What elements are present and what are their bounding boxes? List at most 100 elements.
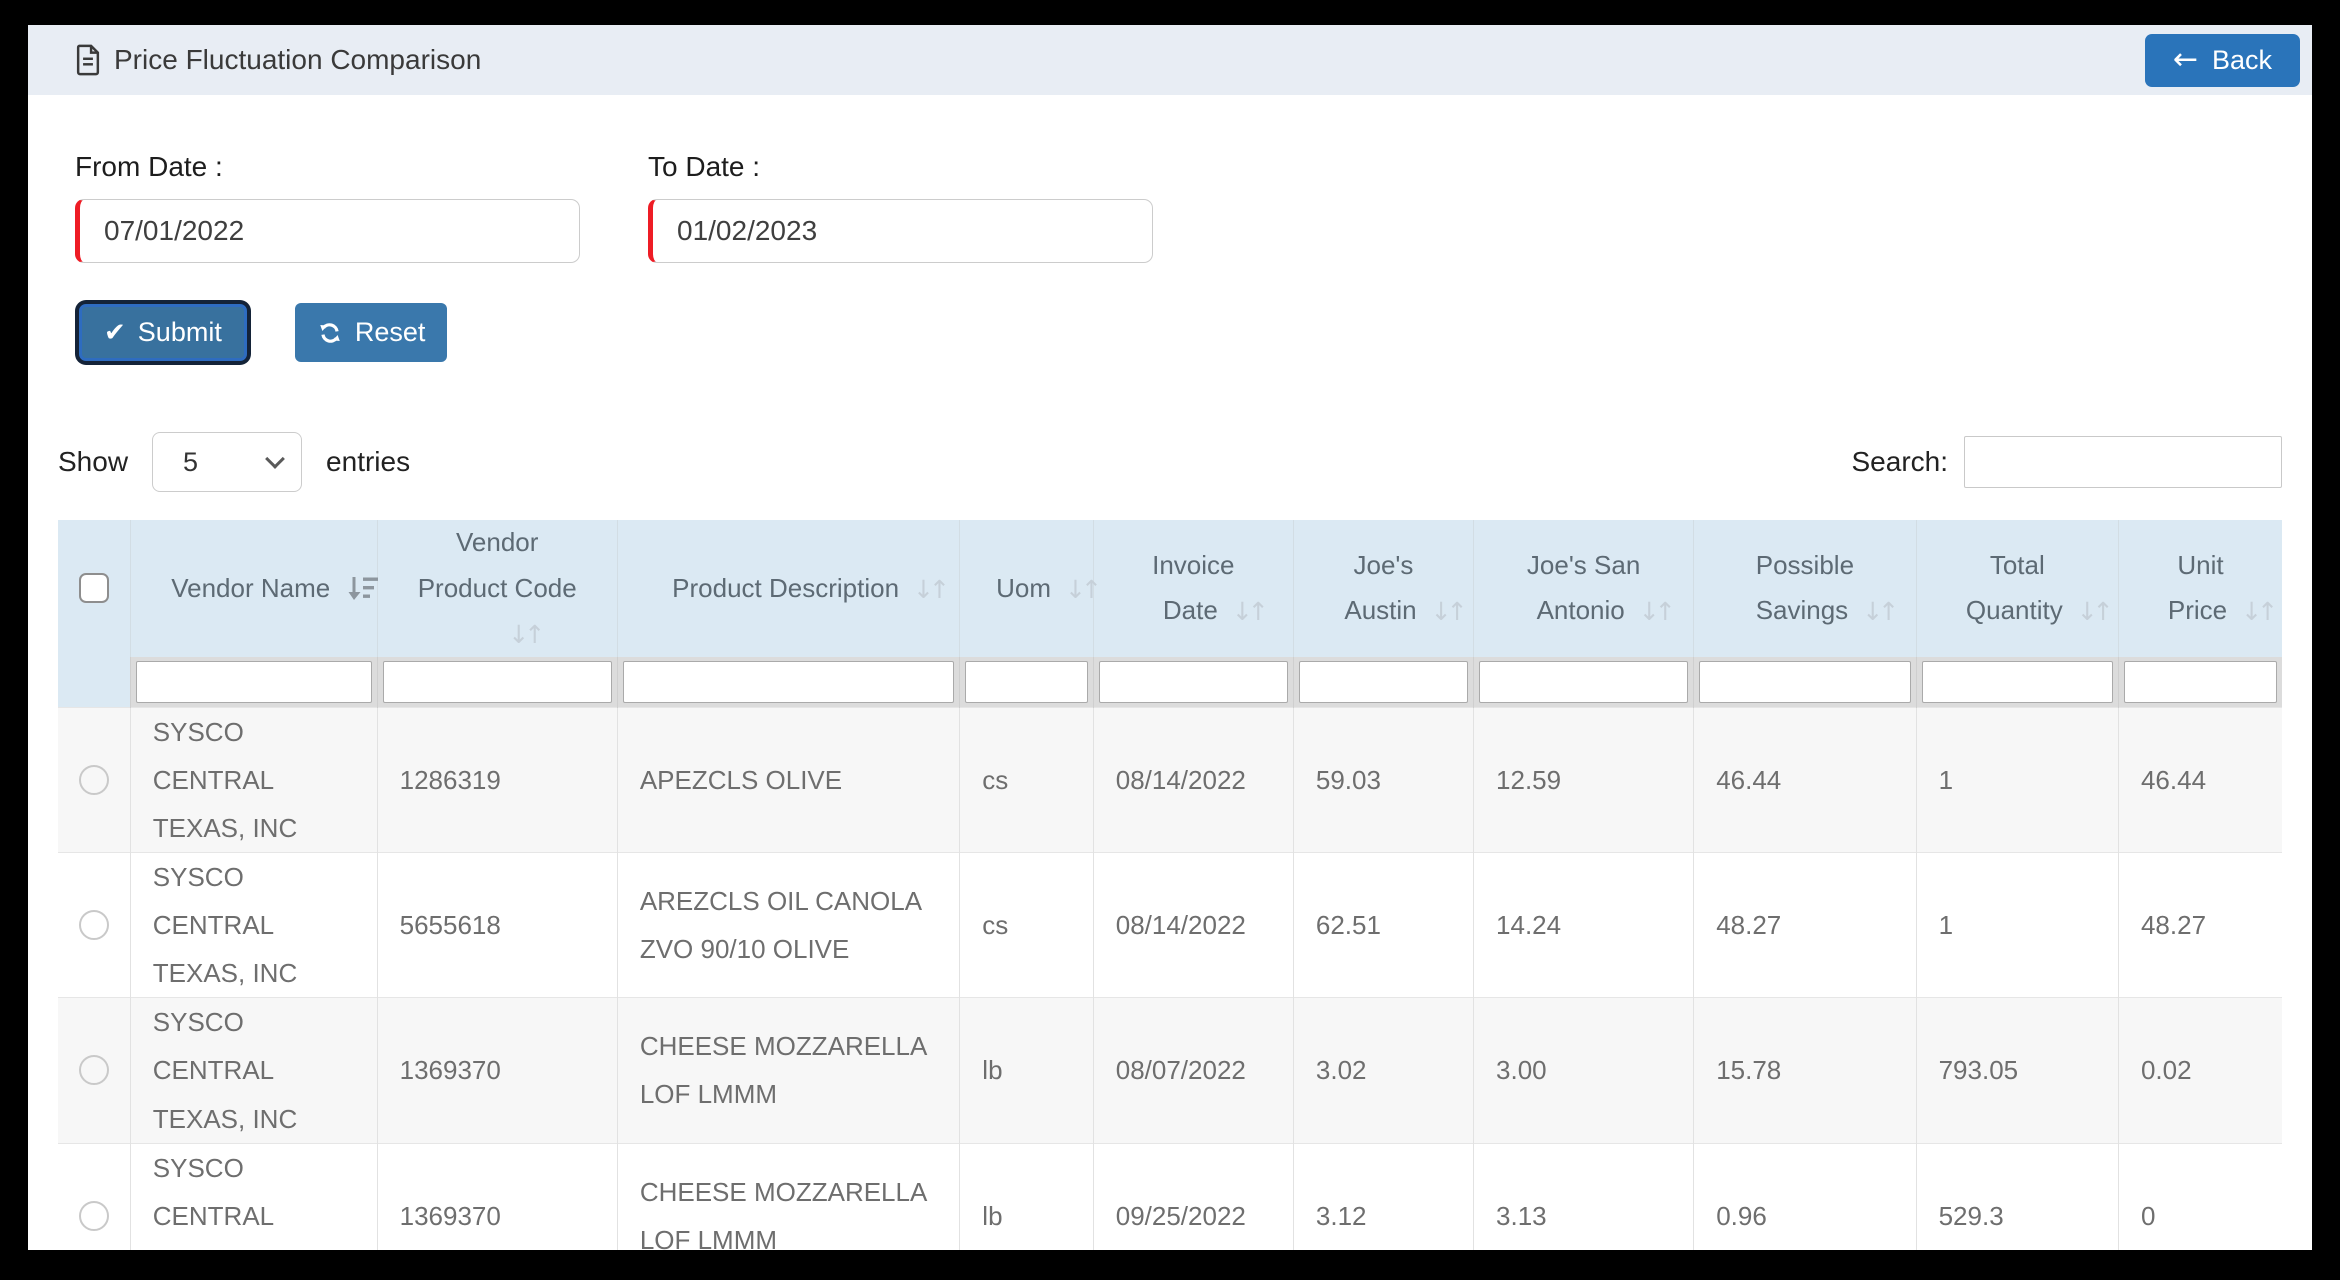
cell-product-description: CHEESE MOZZARELLA LOF LMMM [617,998,959,1143]
column-label: Possible Savings [1756,550,1854,626]
search-label: Search: [1852,446,1949,478]
cell-possible-savings: 0.96 [1694,1143,1916,1250]
show-entries-group: Show 5 entries [58,432,410,492]
row-select-radio[interactable] [79,765,109,795]
table-head: Vendor Name Vend [58,520,2282,707]
cell-unit-price: 0 [2118,1143,2282,1250]
filter-input-total-quantity[interactable] [1922,661,2113,703]
cell-unit-price: 46.44 [2118,707,2282,852]
select-all-checkbox[interactable] [79,573,109,603]
entries-label: entries [326,446,410,478]
filter-input-product-description[interactable] [623,661,954,703]
filter-input-uom[interactable] [965,661,1087,703]
table-controls: Show 5 entries Search: [58,432,2282,492]
cell-uom: lb [960,998,1093,1143]
column-header-vendor-name[interactable]: Vendor Name [130,520,377,657]
column-header-total-quantity[interactable]: Total Quantity↓↑ [1916,520,2118,657]
column-label: Uom [996,573,1051,603]
table-row: SYSCO CENTRAL TEXAS, INC 1369370 CHEESE … [58,1143,2282,1250]
cell-invoice-date: 08/14/2022 [1093,707,1293,852]
column-header-invoice-date[interactable]: Invoice Date↓↑ [1093,520,1293,657]
filter-spacer-cell [58,657,130,708]
page-title-group: Price Fluctuation Comparison [74,44,481,76]
column-header-joes-san-antonio[interactable]: Joe's San Antonio↓↑ [1474,520,1694,657]
column-filter-row [58,657,2282,708]
to-date-label: To Date : [648,151,1153,183]
table-body: SYSCO CENTRAL TEXAS, INC 1286319 APEZCLS… [58,707,2282,1250]
cell-joes-austin: 3.12 [1293,1143,1473,1250]
reset-button[interactable]: Reset [295,303,448,362]
sort-both-icon: ↓↑ [1862,597,1894,626]
cell-vendor-name: SYSCO CENTRAL TEXAS, INC [130,853,377,998]
page-size-select[interactable]: 5 [152,432,302,492]
to-date-input[interactable] [648,199,1153,263]
filter-input-joes-austin[interactable] [1299,661,1468,703]
document-icon [74,44,102,76]
row-select-radio[interactable] [79,1055,109,1085]
from-date-field-group: From Date : [75,151,580,263]
back-button[interactable]: ← Back [2145,34,2300,87]
search-group: Search: [1852,436,2283,488]
cell-joes-san-antonio: 14.24 [1474,853,1694,998]
sort-both-icon: ↓↑ [1639,597,1671,626]
column-header-product-description[interactable]: Product Description↓↑ [617,520,959,657]
price-comparison-table-container: Vendor Name Vend [58,520,2282,1250]
row-select-cell [58,853,130,998]
sort-both-icon: ↓↑ [1232,597,1264,626]
cell-vendor-product-code: 5655618 [377,853,617,998]
cell-joes-san-antonio: 12.59 [1474,707,1694,852]
column-label: Unit Price [2168,550,2227,626]
price-comparison-table: Vendor Name Vend [58,520,2282,1250]
sort-both-icon: ↓↑ [2241,597,2273,626]
cell-total-quantity: 529.3 [1916,1143,2118,1250]
cell-total-quantity: 1 [1916,853,2118,998]
row-select-cell [58,707,130,852]
reset-button-label: Reset [355,317,426,348]
filter-input-vendor-name[interactable] [136,661,372,703]
cell-uom: cs [960,707,1093,852]
column-header-uom[interactable]: Uom↓↑ [960,520,1093,657]
search-input[interactable] [1964,436,2282,488]
row-select-radio[interactable] [79,910,109,940]
submit-button-label: Submit [138,317,222,348]
cell-uom: lb [960,1143,1093,1250]
sort-both-icon: ↓↑ [1065,575,1097,604]
filter-input-vendor-product-code[interactable] [383,661,612,703]
from-date-input[interactable] [75,199,580,263]
sort-both-icon: ↓↑ [1431,597,1463,626]
form-actions: ✔ Submit Reset [58,303,2282,362]
cell-joes-san-antonio: 3.13 [1474,1143,1694,1250]
column-label: Total Quantity [1966,550,2063,626]
cell-joes-san-antonio: 3.00 [1474,998,1694,1143]
cell-vendor-name: SYSCO CENTRAL TEXAS, INC [130,707,377,852]
cell-product-description: CHEESE MOZZARELLA LOF LMMM [617,1143,959,1250]
cell-product-description: AREZCLS OIL CANOLA ZVO 90/10 OLIVE [617,853,959,998]
column-header-unit-price[interactable]: Unit Price ↓↑ [2118,520,2282,657]
cell-total-quantity: 1 [1916,707,2118,852]
column-header-joes-austin[interactable]: Joe's Austin ↓↑ [1293,520,1473,657]
submit-button[interactable]: ✔ Submit [79,304,247,361]
column-label: Vendor Product Code [411,520,583,611]
cell-uom: cs [960,853,1093,998]
row-select-radio[interactable] [79,1201,109,1231]
column-label: Joe's Austin [1344,550,1416,626]
column-label: Invoice Date [1152,550,1234,626]
filter-input-joes-san-antonio[interactable] [1479,661,1688,703]
cell-vendor-name: SYSCO CENTRAL TEXAS, INC [130,1143,377,1250]
content-area: From Date : To Date : ✔ Submit [28,151,2312,1250]
show-label: Show [58,446,128,478]
price-fluctuation-page: Price Fluctuation Comparison ← Back From… [28,25,2312,1250]
filter-input-possible-savings[interactable] [1699,661,1910,703]
column-header-possible-savings[interactable]: Possible Savings ↓↑ [1694,520,1916,657]
filter-input-unit-price[interactable] [2124,661,2277,703]
from-date-label: From Date : [75,151,580,183]
column-label: Product Description [672,573,899,603]
filter-input-invoice-date[interactable] [1099,661,1288,703]
table-row: SYSCO CENTRAL TEXAS, INC 1286319 APEZCLS… [58,707,2282,852]
column-header-vendor-product-code[interactable]: Vendor Product Code↓↑ [377,520,617,657]
table-row: SYSCO CENTRAL TEXAS, INC 1369370 CHEESE … [58,998,2282,1143]
sync-icon [317,320,343,346]
date-filter-form: From Date : To Date : [58,151,2282,263]
title-bar: Price Fluctuation Comparison ← Back [28,25,2312,95]
cell-possible-savings: 15.78 [1694,998,1916,1143]
